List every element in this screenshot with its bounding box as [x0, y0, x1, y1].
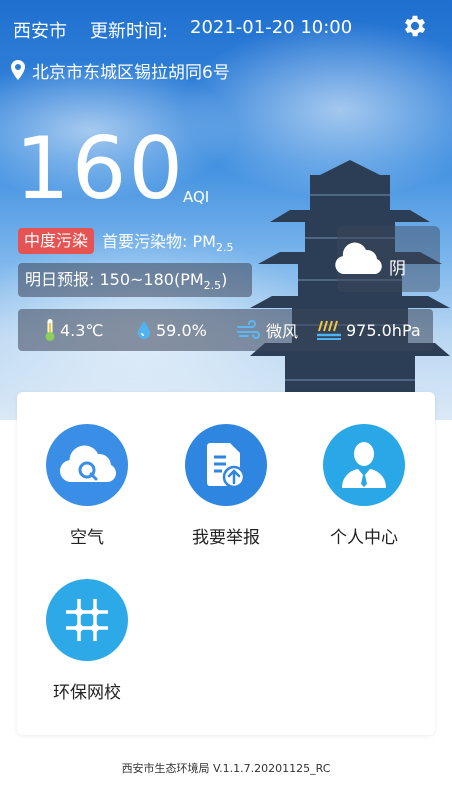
forecast-row: 明日预报: 150~180(PM2.5)	[18, 263, 252, 297]
pollution-row: 中度污染 首要污染物: PM2.5	[18, 228, 233, 254]
thermometer-icon	[45, 319, 55, 341]
menu-icon-circle	[46, 579, 128, 661]
person-icon	[342, 442, 386, 488]
pressure-stat: 975.0hPa	[316, 309, 421, 351]
report-upload-icon	[207, 443, 246, 489]
primary-pollutant-sub: 2.5	[215, 241, 234, 255]
menu-label: 我要举报	[192, 528, 260, 548]
aqi-unit: AQI	[183, 188, 210, 206]
hero-banner: 西安市 更新时间: 2021-01-20 10:00 北京市东城区锡拉胡同6号 …	[0, 0, 452, 420]
forecast-sub: 2.5	[203, 279, 222, 293]
wind-value: 微风	[266, 322, 299, 341]
cloud-icon	[335, 242, 382, 274]
location-row[interactable]: 北京市东城区锡拉胡同6号	[10, 58, 230, 83]
primary-pollutant-label: 首要污染物: PM	[102, 231, 216, 251]
primary-pollutant: 首要污染物: PM2.5	[102, 228, 233, 254]
menu-label: 环保网校	[53, 683, 121, 703]
wind-icon	[237, 320, 260, 339]
location-address: 北京市东城区锡拉胡同6号	[32, 62, 230, 83]
menu-item-eco-school[interactable]: 环保网校	[27, 579, 147, 719]
menu-item-air[interactable]: 空气	[27, 424, 147, 564]
update-time: 2021-01-20 10:00	[190, 17, 353, 38]
menu-item-profile[interactable]: 个人中心	[304, 424, 424, 564]
top-bar: 西安市 更新时间: 2021-01-20 10:00	[0, 0, 452, 56]
humidity-value: 59.0%	[156, 320, 207, 340]
gear-icon[interactable]	[401, 12, 429, 40]
menu-icon-circle	[46, 424, 128, 506]
weather-card: 阴	[335, 226, 440, 292]
menu-label: 空气	[70, 528, 104, 548]
temperature-value: 4.3℃	[60, 320, 104, 340]
city-name[interactable]: 西安市	[13, 17, 67, 43]
menu-item-report[interactable]: 我要举报	[166, 424, 286, 564]
pressure-value: 975.0hPa	[346, 320, 421, 340]
wind-stat: 微风	[236, 309, 298, 351]
menu-panel: 空气 我要举报 个人中心 环保网校	[17, 392, 435, 735]
temperature-stat: 4.3℃	[44, 309, 103, 351]
update-time-label: 更新时间:	[90, 21, 169, 42]
menu-icon-circle	[185, 424, 267, 506]
map-pin-icon	[11, 60, 25, 80]
weather-stats-bar: 4.3℃ 59.0% 微风 975.0hPa	[18, 309, 433, 351]
forecast-close: )	[221, 270, 228, 289]
cloud-search-icon	[59, 445, 116, 483]
forecast-text: 明日预报: 150~180(PM	[25, 270, 204, 289]
pressure-icon	[317, 320, 341, 340]
water-drop-icon	[138, 321, 150, 339]
pollution-level-badge: 中度污染	[18, 228, 95, 254]
version-footer: 西安市生态环境局 V.1.1.7.20201125_RC	[121, 762, 331, 775]
menu-icon-circle	[323, 424, 405, 506]
weather-condition: 阴	[389, 259, 406, 279]
humidity-stat: 59.0%	[136, 309, 207, 351]
grid-network-icon	[66, 599, 108, 641]
aqi-value: 160	[15, 119, 186, 219]
menu-label: 个人中心	[330, 528, 398, 548]
